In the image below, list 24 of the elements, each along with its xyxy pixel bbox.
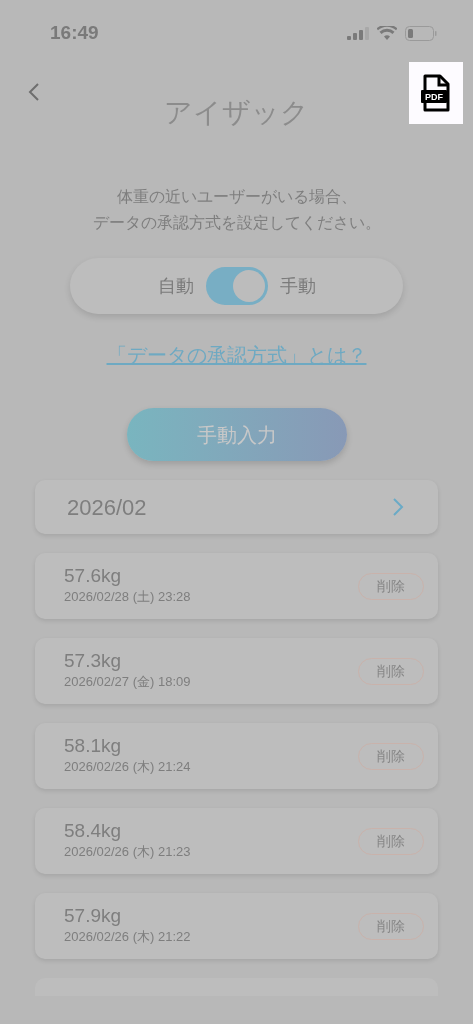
auto-label: 自動: [157, 274, 194, 298]
weight-value: 57.3kg: [64, 650, 123, 672]
record-datetime: 2026/02/26 (木) 21:22: [64, 928, 191, 946]
record-datetime: 2026/02/27 (金) 18:09: [64, 673, 191, 691]
month-selector[interactable]: 2026/02: [35, 480, 438, 534]
record-datetime: 2026/02/26 (木) 21:24: [64, 758, 191, 776]
weight-value: 58.1kg: [64, 735, 123, 757]
record-datetime: 2026/02/26 (木) 21:23: [64, 843, 191, 861]
chevron-right-icon: [392, 497, 404, 517]
help-link[interactable]: 「データの承認方式」とは？: [106, 340, 367, 370]
weight-value: 57.9kg: [64, 905, 123, 927]
manual-label: 手動: [279, 274, 316, 298]
battery-icon: [405, 25, 437, 41]
weight-value: 58.4kg: [64, 820, 123, 842]
pdf-file-icon: PDF: [421, 74, 451, 112]
signal-icon: [347, 26, 369, 40]
weight-value: 57.6kg: [64, 565, 123, 587]
manual-entry-button[interactable]: 手動入力: [126, 408, 347, 461]
pdf-button[interactable]: PDF: [409, 62, 463, 124]
record-datetime: 2026/02/28 (土) 23:28: [64, 588, 191, 606]
back-icon: [28, 82, 40, 102]
wifi-icon: [377, 26, 397, 40]
status-time: 16:49: [50, 20, 99, 45]
approval-toggle[interactable]: [205, 267, 268, 305]
